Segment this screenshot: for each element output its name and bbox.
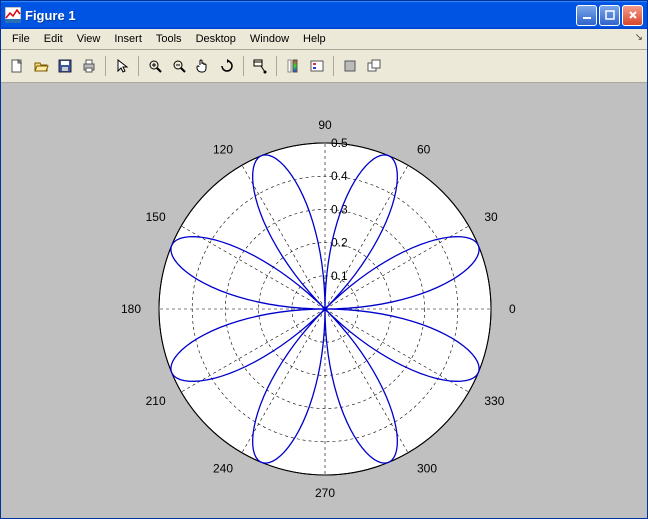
svg-text:0.4: 0.4 xyxy=(331,169,348,183)
undock-icon[interactable] xyxy=(363,55,385,77)
polar-chart: 03060901201501802102402703003300.10.20.3… xyxy=(1,83,647,518)
menu-insert[interactable]: Insert xyxy=(107,32,149,46)
zoom-out-icon[interactable] xyxy=(168,55,190,77)
svg-text:60: 60 xyxy=(417,143,431,157)
legend-icon[interactable] xyxy=(306,55,328,77)
svg-text:0.1: 0.1 xyxy=(331,269,348,283)
figure-window: Figure 1 File Edit View Insert Tools Des… xyxy=(0,0,648,519)
menu-desktop[interactable]: Desktop xyxy=(189,32,243,46)
open-icon[interactable] xyxy=(30,55,52,77)
menu-grip-icon[interactable]: ↘ xyxy=(631,32,643,46)
close-button[interactable] xyxy=(622,5,643,26)
print-icon[interactable] xyxy=(78,55,100,77)
svg-text:0.5: 0.5 xyxy=(331,136,348,150)
data-cursor-icon[interactable] xyxy=(249,55,271,77)
toolbar xyxy=(1,50,647,83)
plot-area[interactable]: 03060901201501802102402703003300.10.20.3… xyxy=(1,83,647,518)
svg-text:180: 180 xyxy=(121,302,141,316)
rotate-icon[interactable] xyxy=(216,55,238,77)
save-icon[interactable] xyxy=(54,55,76,77)
app-icon xyxy=(5,7,21,23)
svg-text:210: 210 xyxy=(146,394,166,408)
menu-file[interactable]: File xyxy=(5,32,37,46)
svg-text:270: 270 xyxy=(315,486,335,500)
pointer-icon[interactable] xyxy=(111,55,133,77)
dock-icon[interactable] xyxy=(339,55,361,77)
window-title: Figure 1 xyxy=(25,8,576,23)
window-buttons xyxy=(576,5,643,26)
svg-text:150: 150 xyxy=(146,210,166,224)
svg-text:330: 330 xyxy=(484,394,504,408)
svg-text:30: 30 xyxy=(484,210,498,224)
svg-text:300: 300 xyxy=(417,461,437,475)
menu-edit[interactable]: Edit xyxy=(37,32,70,46)
svg-text:240: 240 xyxy=(213,461,233,475)
menu-bar: File Edit View Insert Tools Desktop Wind… xyxy=(1,29,647,50)
minimize-button[interactable] xyxy=(576,5,597,26)
zoom-in-icon[interactable] xyxy=(144,55,166,77)
new-icon[interactable] xyxy=(6,55,28,77)
pan-icon[interactable] xyxy=(192,55,214,77)
title-bar[interactable]: Figure 1 xyxy=(1,1,647,29)
menu-tools[interactable]: Tools xyxy=(149,32,189,46)
maximize-button[interactable] xyxy=(599,5,620,26)
svg-text:0: 0 xyxy=(509,302,516,316)
menu-help[interactable]: Help xyxy=(296,32,333,46)
colorbar-icon[interactable] xyxy=(282,55,304,77)
svg-text:120: 120 xyxy=(213,143,233,157)
svg-text:90: 90 xyxy=(318,118,332,132)
menu-window[interactable]: Window xyxy=(243,32,296,46)
menu-view[interactable]: View xyxy=(70,32,108,46)
